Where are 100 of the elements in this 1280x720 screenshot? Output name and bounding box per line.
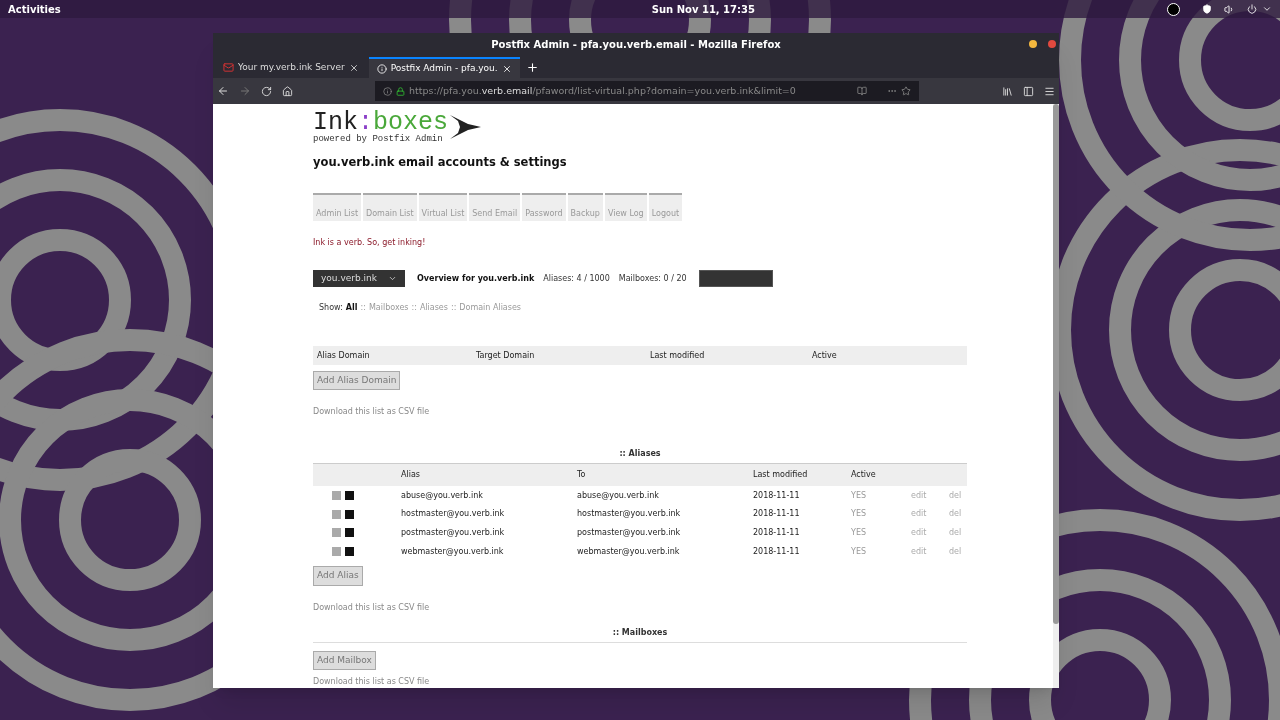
alias-cell-text: postmaster@you.verb.ink xyxy=(401,526,506,539)
edit-link[interactable]: edit xyxy=(911,526,949,539)
address-bar[interactable]: https://pfa.you.verb.email/pfaword/list-virtual.php?domain=you.verb.ink&limit=0 xyxy=(375,81,919,101)
home-icon[interactable] xyxy=(282,85,293,97)
target-cell-text: hostmaster@you.verb.ink xyxy=(577,508,682,521)
section-title: :: Mailboxes xyxy=(611,626,669,639)
csv-download-link[interactable]: Download this list as CSV file xyxy=(313,406,967,419)
power-icon[interactable] xyxy=(1247,4,1257,14)
bookmark-icon[interactable] xyxy=(901,86,911,96)
active-cell-text: YES xyxy=(851,526,868,539)
menu-tab[interactable]: Domain List xyxy=(363,193,417,222)
browser-tab[interactable]: Postfix Admin - pfa.you. xyxy=(368,57,520,78)
active-cell-text: YES xyxy=(851,489,868,502)
delete-link[interactable]: del xyxy=(949,545,967,558)
page-icon xyxy=(376,63,387,74)
column-header: Target Domain xyxy=(476,349,536,362)
date-cell-text: 2018-11-11 xyxy=(753,508,801,521)
square-icon xyxy=(332,547,341,557)
activities-button[interactable]: Activities xyxy=(8,1,61,17)
add-alias-domain-button[interactable]: Add Alias Domain xyxy=(313,370,401,391)
shield-icon[interactable] xyxy=(1202,4,1212,14)
volume-icon[interactable] xyxy=(1224,3,1235,15)
filter-link[interactable]: Domain Aliases xyxy=(459,302,521,315)
scrollbar[interactable] xyxy=(1053,104,1059,688)
square-icon xyxy=(345,547,354,557)
target-cell-text: webmaster@you.verb.ink xyxy=(577,545,681,558)
alias-cell-text: abuse@you.verb.ink xyxy=(401,489,484,502)
browser-tab[interactable]: Your my.verb.ink Server xyxy=(215,57,367,78)
square-icon xyxy=(332,491,341,501)
filter-link[interactable]: Aliases xyxy=(419,302,448,315)
close-tab-icon[interactable] xyxy=(501,63,512,74)
date-cell-text: 2018-11-11 xyxy=(753,545,801,558)
new-tab-icon[interactable] xyxy=(525,61,539,74)
csv-download-link[interactable]: Download this list as CSV file xyxy=(313,601,967,614)
active-cell-text: YES xyxy=(851,508,868,521)
delete-link[interactable]: del xyxy=(949,526,967,539)
url-text: https://pfa.you.verb.email/pfaword/list-virtual.php?domain=you.verb.ink&limit=0 xyxy=(409,83,796,98)
column-header: To xyxy=(577,469,587,482)
square-icon xyxy=(345,509,354,519)
menu-tab[interactable]: Virtual List xyxy=(418,193,468,222)
menu-tab[interactable]: Backup xyxy=(567,193,603,222)
minimize-icon[interactable] xyxy=(1029,40,1037,48)
edit-link[interactable]: edit xyxy=(911,545,949,558)
add-alias-button[interactable]: Add Alias xyxy=(313,566,363,586)
column-header: Last modified xyxy=(753,469,809,482)
square-icon xyxy=(345,528,354,538)
column-header: Alias Domain xyxy=(317,349,371,362)
square-icon xyxy=(345,491,354,501)
date-cell-text: 2018-11-11 xyxy=(753,489,801,502)
filter-link[interactable]: Mailboxes xyxy=(368,302,409,315)
delete-link[interactable]: del xyxy=(949,508,967,521)
separator-text: :: xyxy=(450,302,457,315)
square-icon xyxy=(332,509,341,519)
reload-icon[interactable] xyxy=(261,85,272,97)
target-cell-text: abuse@you.verb.ink xyxy=(577,489,660,502)
section-title: :: Aliases xyxy=(618,448,662,461)
column-header: Last modified xyxy=(650,349,706,362)
target-cell-text: postmaster@you.verb.ink xyxy=(577,526,682,539)
motto-text: Ink is a verb. So, get inking! xyxy=(313,237,427,250)
column-header: Active xyxy=(812,349,838,362)
app-indicator-icon[interactable] xyxy=(1167,2,1180,16)
separator-text: :: xyxy=(360,302,366,315)
menu-icon[interactable] xyxy=(1044,85,1055,97)
column-header: Alias xyxy=(401,469,421,482)
menu-tab[interactable]: Logout xyxy=(648,193,683,222)
alias-count: Aliases: 4 / 1000 xyxy=(543,272,610,285)
menu-tab[interactable]: Send Email xyxy=(469,193,521,222)
edit-link[interactable]: edit xyxy=(911,508,949,521)
menu-tab[interactable]: Password xyxy=(522,193,566,222)
add-mailbox-button[interactable]: Add Mailbox xyxy=(313,650,376,670)
reader-view-icon[interactable] xyxy=(857,86,867,96)
overview-label: Overview for you.verb.ink xyxy=(417,272,535,285)
clock[interactable]: Sun Nov 11, 17:35 xyxy=(651,1,755,17)
delete-link[interactable]: del xyxy=(949,489,967,502)
separator-text: :: xyxy=(411,302,417,315)
mail-icon xyxy=(223,62,234,73)
logo-wordmark: Ink:boxes xyxy=(313,110,449,135)
sidebar-icon[interactable] xyxy=(1023,85,1034,97)
info-icon xyxy=(383,86,392,96)
close-tab-icon[interactable] xyxy=(348,62,359,73)
menu-tab[interactable]: Admin List xyxy=(313,193,362,222)
library-icon[interactable] xyxy=(1002,85,1013,97)
page-heading: you.verb.ink email accounts & settings xyxy=(313,154,568,171)
mailbox-count: Mailboxes: 0 / 20 xyxy=(618,272,687,285)
date-cell-text: 2018-11-11 xyxy=(753,526,801,539)
alias-cell-text: hostmaster@you.verb.ink xyxy=(401,508,506,521)
active-cell-text: YES xyxy=(851,545,868,558)
column-header: Active xyxy=(851,469,877,482)
edit-link[interactable]: edit xyxy=(911,489,949,502)
search-field[interactable] xyxy=(698,270,773,288)
filter-link[interactable]: All xyxy=(345,302,358,315)
close-icon[interactable] xyxy=(1048,40,1056,48)
domain-select[interactable]: you.verb.ink xyxy=(313,270,405,288)
back-icon[interactable] xyxy=(217,85,229,97)
lock-icon xyxy=(396,86,405,96)
csv-download-link[interactable]: Download this list as CSV file xyxy=(313,676,967,688)
menu-tab[interactable]: View Log xyxy=(604,193,647,222)
window-title: Postfix Admin - pfa.you.verb.email - Mozilla Firefox xyxy=(491,37,781,52)
caret-icon[interactable] xyxy=(1262,4,1272,14)
show-label: Show: xyxy=(319,302,343,315)
